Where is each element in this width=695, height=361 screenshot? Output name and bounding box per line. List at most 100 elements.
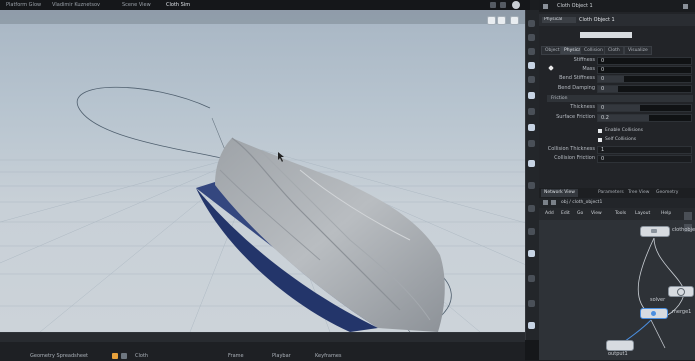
net-tab-4[interactable]: Geometry <box>653 189 681 197</box>
properties-title-bar: Physical Cloth Object 1 <box>539 14 695 26</box>
subtab-collision[interactable]: Collision <box>580 46 607 55</box>
net-tab-1[interactable]: Network View <box>541 189 578 197</box>
network-path[interactable]: obj / cloth_object1 <box>561 200 602 205</box>
section-title: Friction <box>551 96 568 101</box>
bend-damping-slider[interactable]: 0 <box>597 85 692 93</box>
bottom-item-4[interactable]: Playbar <box>272 352 291 360</box>
tab-2[interactable]: Vladimir Kuznetsov <box>48 1 104 9</box>
help-icon[interactable] <box>512 1 520 9</box>
node-label: clothobject1 <box>672 227 695 233</box>
prop-field[interactable]: 0 <box>597 57 692 65</box>
bottom-item-3[interactable]: Frame <box>228 352 244 360</box>
prop-label: Surface Friction <box>556 114 595 120</box>
prop-label: Thickness <box>570 104 595 110</box>
handle-icon[interactable] <box>528 76 535 83</box>
prop-label: Stiffness <box>573 57 595 63</box>
prop-row-bend-stiffness: Bend Stiffness 0 <box>540 74 694 84</box>
camera-tool-icon[interactable] <box>528 182 535 189</box>
bottom-bar: Geometry Spreadsheet Cloth Frame Playbar… <box>0 332 525 361</box>
view-icon[interactable] <box>487 16 496 25</box>
object-name: Cloth Object 1 <box>579 17 615 23</box>
node-icon <box>677 288 685 296</box>
net-menu-go[interactable]: Go <box>577 211 583 216</box>
net-menu-help[interactable]: Help <box>661 211 671 216</box>
grid-icon[interactable] <box>528 275 535 282</box>
snap-icon[interactable] <box>528 108 535 115</box>
bend-stiffness-slider[interactable]: 0 <box>597 75 692 83</box>
prop-field[interactable]: 0 <box>597 155 692 163</box>
node-solver[interactable] <box>668 286 694 297</box>
prop-label: Collision Friction <box>554 155 595 161</box>
node-merge1[interactable] <box>640 308 668 319</box>
net-menu-tools[interactable]: Tools <box>615 211 626 216</box>
tab-1[interactable]: Platform Glow <box>2 1 45 9</box>
rotate-icon[interactable] <box>528 48 535 55</box>
close-icon[interactable] <box>683 4 688 9</box>
prop-row-surface-friction: Surface Friction 0.2 <box>540 113 694 123</box>
render-icon[interactable] <box>528 205 535 212</box>
viewport-toolbar <box>0 10 525 24</box>
surface-friction-slider[interactable]: 0.2 <box>597 114 692 122</box>
pin-icon[interactable] <box>528 300 535 307</box>
net-tab-2[interactable]: Parameters <box>595 189 627 197</box>
net-menu-add[interactable]: Add <box>545 211 554 216</box>
light-icon[interactable] <box>528 160 535 167</box>
bottom-item-2[interactable]: Cloth <box>135 352 148 360</box>
network-toolbar: Add Edit Go View Tools Layout Help <box>539 208 695 220</box>
prop-label: Collision Thickness <box>547 146 595 152</box>
select-icon[interactable] <box>528 20 535 27</box>
bottom-item-1[interactable]: Geometry Spreadsheet <box>30 352 88 360</box>
prop-label: Bend Damping <box>557 85 595 91</box>
tab-3[interactable]: Scene View <box>118 1 155 9</box>
slider-value: 0.2 <box>601 115 609 121</box>
split-icon[interactable] <box>500 2 506 8</box>
move-icon[interactable] <box>528 34 535 41</box>
scale-icon[interactable] <box>528 62 535 69</box>
brush-icon[interactable] <box>528 124 535 131</box>
prop-field[interactable]: 0 <box>597 66 692 74</box>
layout-icon[interactable] <box>490 2 496 8</box>
node-clothobject1[interactable] <box>640 226 670 237</box>
viewport-side-toolbar <box>525 10 539 340</box>
3d-viewport[interactable] <box>0 10 525 332</box>
ghost-icon[interactable] <box>528 250 535 257</box>
net-menu-layout[interactable]: Layout <box>635 211 650 216</box>
back-icon[interactable] <box>543 200 548 205</box>
settings-icon[interactable] <box>528 322 535 329</box>
check-label: Self Collisions <box>605 137 637 142</box>
prop-label: Bend Stiffness <box>559 75 595 81</box>
preset-field[interactable] <box>580 32 632 38</box>
net-menu-view[interactable]: View <box>591 211 602 216</box>
properties-topbar: Cloth Object 1 <box>539 0 695 12</box>
net-menu-edit[interactable]: Edit <box>561 211 570 216</box>
node-label: solver <box>650 297 666 303</box>
bottom-item-5[interactable]: Keyframes <box>315 352 342 360</box>
properties-header: Cloth Object 1 <box>557 3 593 9</box>
view-tool-icon[interactable] <box>528 140 535 147</box>
warning-icon[interactable] <box>112 353 118 359</box>
play-icon[interactable] <box>121 353 127 359</box>
camera-icon[interactable] <box>497 16 506 25</box>
back-icon[interactable] <box>543 4 548 9</box>
prop-row-bend-damping: Bend Damping 0 <box>540 84 694 94</box>
check-enable-collisions[interactable] <box>598 129 602 133</box>
object-type-field[interactable]: Physical <box>542 17 576 23</box>
prop-row-thickness: Thickness 0 <box>540 103 694 113</box>
section-header-friction[interactable]: Friction <box>547 95 693 102</box>
display-icon[interactable] <box>510 16 519 25</box>
prop-field[interactable]: 1 <box>597 146 692 154</box>
net-tab-3[interactable]: Tree View <box>625 189 653 197</box>
network-path-bar: obj / cloth_object1 <box>539 198 695 208</box>
pose-icon[interactable] <box>528 92 535 99</box>
forward-icon[interactable] <box>551 200 556 205</box>
tab-4[interactable]: Cloth Sim <box>162 1 194 9</box>
timeline-strip[interactable] <box>0 333 525 342</box>
node-output1[interactable] <box>606 340 634 351</box>
network-options-icon[interactable] <box>684 212 692 220</box>
thickness-slider[interactable]: 0 <box>597 104 692 112</box>
node-icon <box>651 229 657 233</box>
subtab-visualize[interactable]: Visualize <box>624 46 652 55</box>
display-options-icon[interactable] <box>528 228 535 235</box>
subtab-cloth[interactable]: Cloth <box>604 46 624 55</box>
check-self-collisions[interactable] <box>598 138 602 142</box>
